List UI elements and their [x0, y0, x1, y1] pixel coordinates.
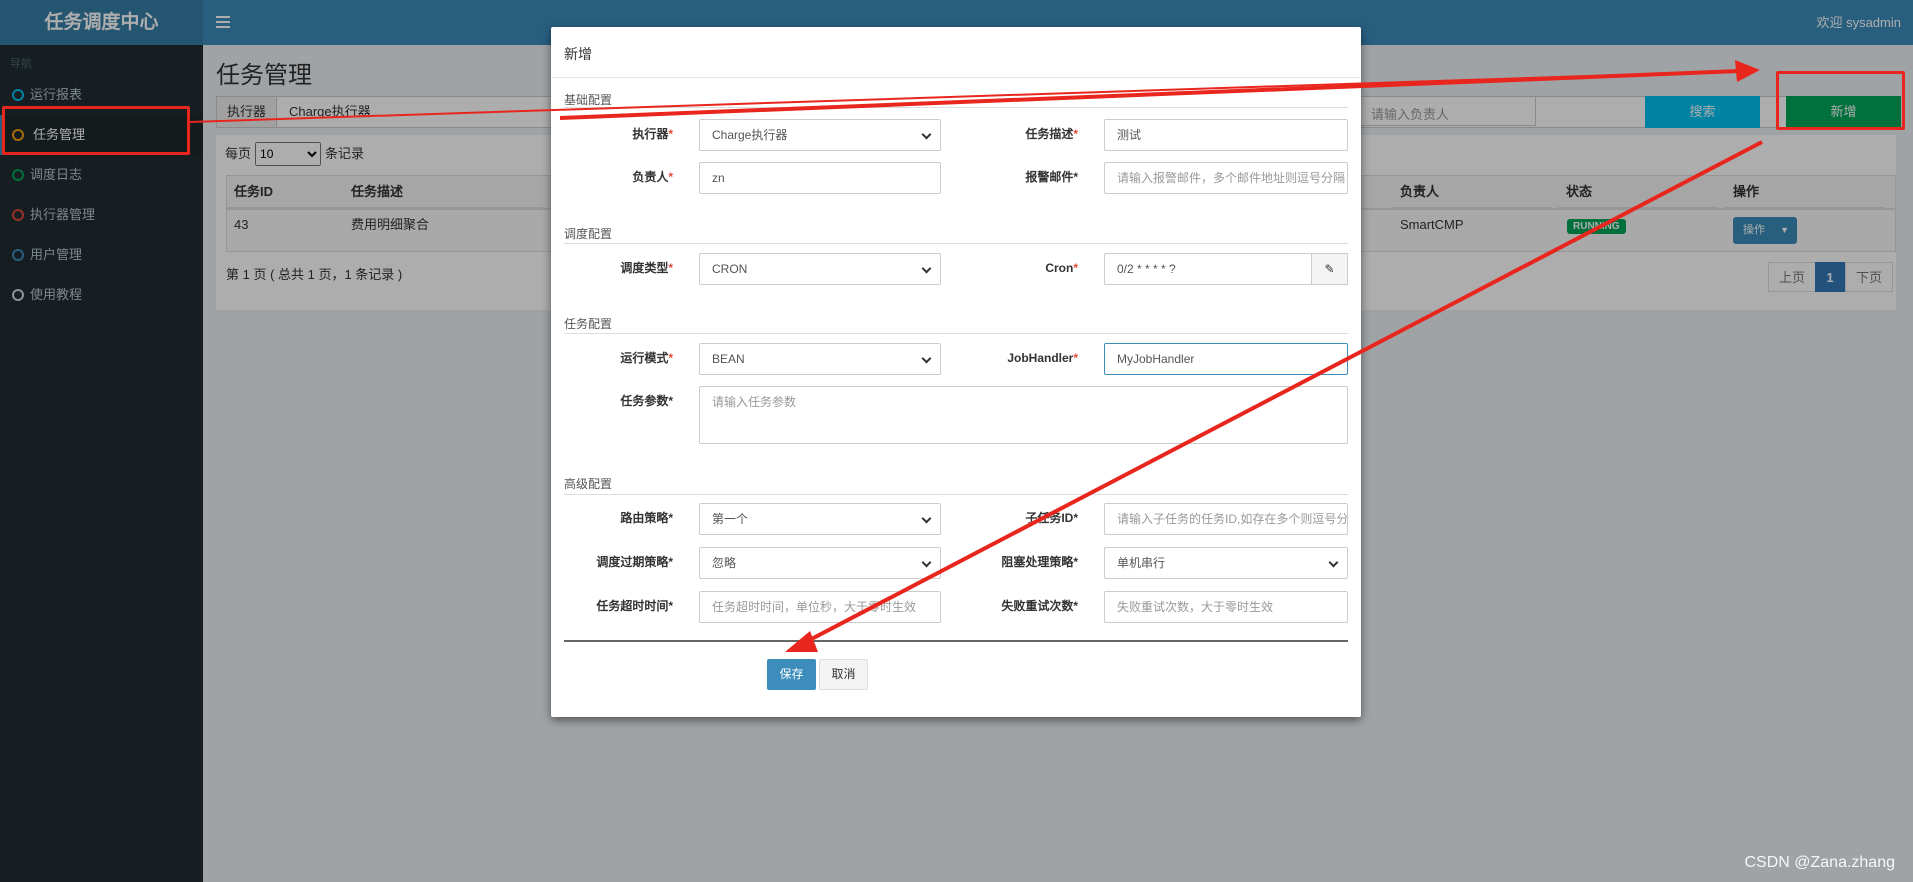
annotation-arrows — [189, 60, 1763, 652]
annotation-arrow-shaft — [799, 140, 1763, 647]
annotation-arrow-head — [785, 631, 818, 652]
watermark: CSDN @Zana.zhang — [1744, 854, 1895, 871]
annotation-arrow-shaft — [559, 69, 1741, 120]
annotation-arrow-head — [1735, 60, 1760, 82]
